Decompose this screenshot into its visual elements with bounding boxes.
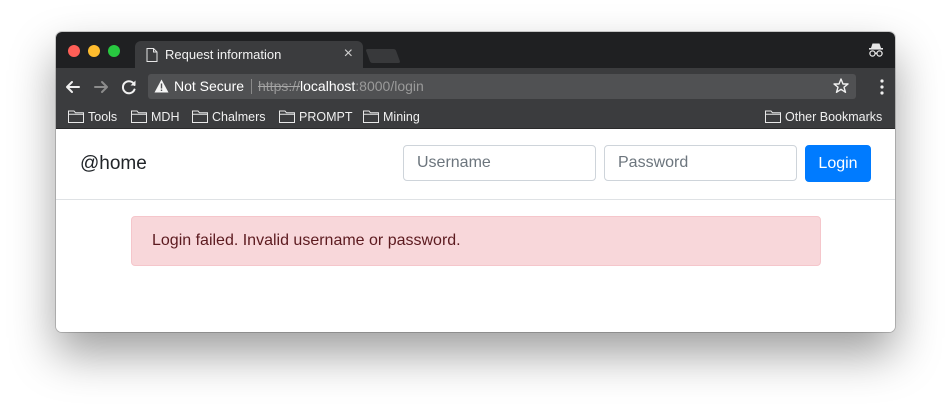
alert-message: Login failed. Invalid username or passwo… [152, 232, 461, 249]
zoom-window-button[interactable] [108, 45, 120, 57]
folder-icon [192, 110, 208, 123]
back-arrow-icon[interactable] [62, 76, 84, 98]
bookmark-star-icon[interactable] [832, 77, 850, 95]
security-status-label[interactable]: Not Secure [174, 78, 244, 94]
document-icon [146, 48, 158, 62]
login-button[interactable]: Login [805, 145, 871, 182]
url-scheme: https:// [258, 78, 301, 94]
tab-strip: Request information × [56, 32, 895, 68]
bookmark-label: Chalmers [212, 110, 266, 124]
browser-toolbar: Not Secure https://localhost:8000/login [56, 68, 895, 106]
password-input[interactable] [604, 145, 797, 181]
page-content: @home Login Login failed. Invalid userna… [56, 129, 895, 332]
close-tab-icon[interactable]: × [344, 45, 353, 63]
tab-title: Request information [165, 47, 282, 62]
folder-icon [68, 110, 84, 123]
more-menu-icon[interactable] [879, 78, 885, 96]
close-window-button[interactable] [68, 45, 80, 57]
url-path: :8000/login [355, 78, 424, 94]
bookmarks-bar: Tools MDH Chalmers PROMPT Mining Other B… [56, 106, 895, 129]
username-input[interactable] [403, 145, 596, 181]
address-separator [251, 79, 252, 94]
reload-icon[interactable] [118, 76, 140, 98]
browser-window: Request information × Not Secure https:/… [56, 32, 895, 332]
url-text[interactable]: https://localhost:8000/login [258, 78, 424, 94]
new-tab-button[interactable] [365, 49, 401, 63]
bookmark-label: Other Bookmarks [785, 110, 883, 124]
folder-icon [131, 110, 147, 123]
url-host: localhost [300, 78, 356, 94]
folder-icon [279, 110, 295, 123]
folder-icon [363, 110, 379, 123]
login-error-alert: Login failed. Invalid username or passwo… [131, 216, 821, 266]
tab-request-information[interactable]: Request information × [135, 41, 363, 68]
minimize-window-button[interactable] [88, 45, 100, 57]
incognito-icon [869, 43, 883, 57]
address-bar[interactable]: Not Secure https://localhost:8000/login [148, 74, 856, 99]
folder-icon [765, 110, 781, 123]
bookmark-label: PROMPT [299, 110, 353, 124]
bookmark-label: Mining [383, 110, 420, 124]
site-brand[interactable]: @home [80, 153, 147, 175]
bookmark-label: Tools [88, 110, 118, 124]
site-navbar: @home Login [56, 129, 895, 200]
warning-icon [154, 79, 169, 93]
forward-arrow-icon[interactable] [90, 76, 112, 98]
bookmark-label: MDH [151, 110, 180, 124]
